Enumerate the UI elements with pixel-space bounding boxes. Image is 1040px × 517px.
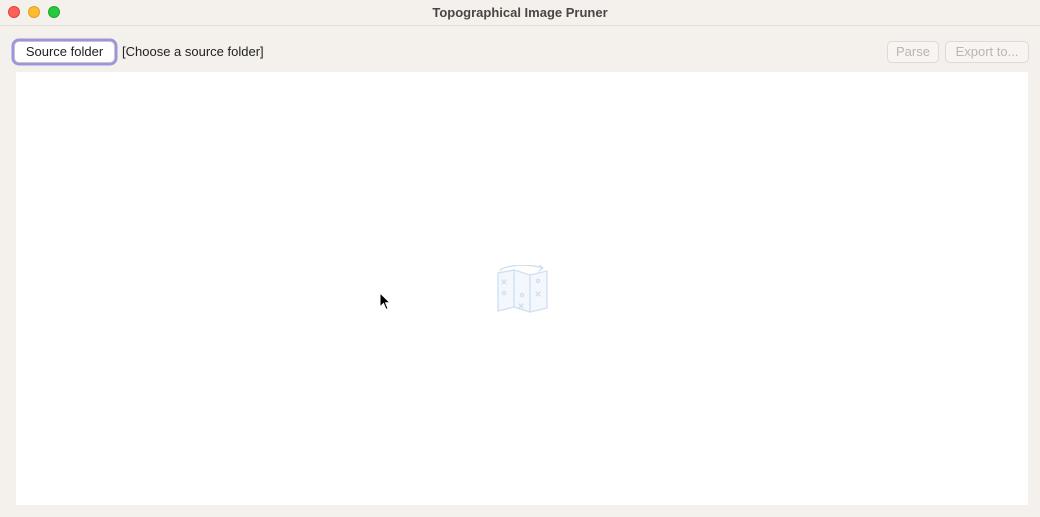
app-window: Topographical Image Pruner Source folder…: [0, 0, 1040, 517]
image-preview-area: [16, 72, 1028, 505]
mouse-cursor-icon: [379, 292, 391, 311]
source-folder-button[interactable]: Source folder: [14, 41, 115, 63]
title-bar: Topographical Image Pruner: [0, 0, 1040, 26]
map-icon: [497, 265, 548, 313]
parse-button[interactable]: Parse: [887, 41, 939, 63]
export-button[interactable]: Export to...: [945, 41, 1029, 63]
source-path-label: [Choose a source folder]: [122, 44, 264, 59]
toolbar: Source folder [Choose a source folder] P…: [0, 26, 1040, 72]
window-title: Topographical Image Pruner: [432, 5, 608, 20]
